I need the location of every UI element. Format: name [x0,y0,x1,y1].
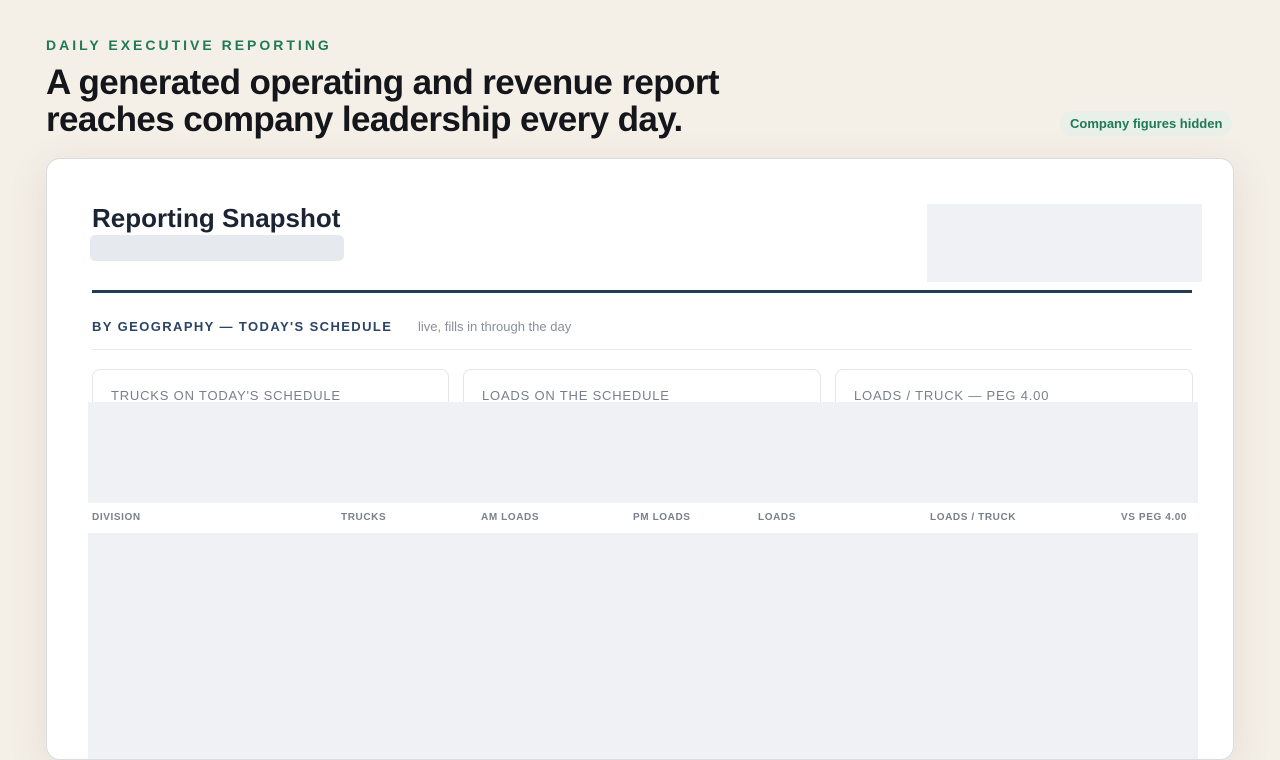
table-body-redacted [88,533,1198,759]
header-divider [92,290,1192,293]
column-am-loads: AM LOADS [481,512,540,523]
report-card: Reporting Snapshot BY GEOGRAPHY — TODAY'… [46,158,1234,760]
section-title: BY GEOGRAPHY — TODAY'S SCHEDULE [92,319,393,334]
kpi-label: TRUCKS ON TODAY'S SCHEDULE [111,388,341,403]
page-headline: A generated operating and revenue report… [46,63,720,139]
report-header-redacted [927,204,1202,282]
figures-hidden-badge: Company figures hidden [1060,111,1233,136]
report-title: Reporting Snapshot [92,203,341,233]
kpi-label: LOADS ON THE SCHEDULE [482,388,670,403]
column-vs-peg: VS PEG 4.00 [1121,512,1188,523]
column-trucks: TRUCKS [341,512,387,523]
kpi-values-redacted [88,402,1198,503]
report-subtitle-redacted [90,235,344,261]
table-header: DIVISION TRUCKS AM LOADS PM LOADS LOADS … [88,503,1198,533]
eyebrow-label: DAILY EXECUTIVE REPORTING [46,37,332,53]
column-loads: LOADS [758,512,796,523]
section-divider [92,349,1192,350]
column-division: DIVISION [92,512,141,523]
column-pm-loads: PM LOADS [633,512,691,523]
kpi-label: LOADS / TRUCK — PEG 4.00 [854,388,1050,403]
column-loads-per-truck: LOADS / TRUCK [930,512,1017,523]
section-note: live, fills in through the day [418,319,572,334]
